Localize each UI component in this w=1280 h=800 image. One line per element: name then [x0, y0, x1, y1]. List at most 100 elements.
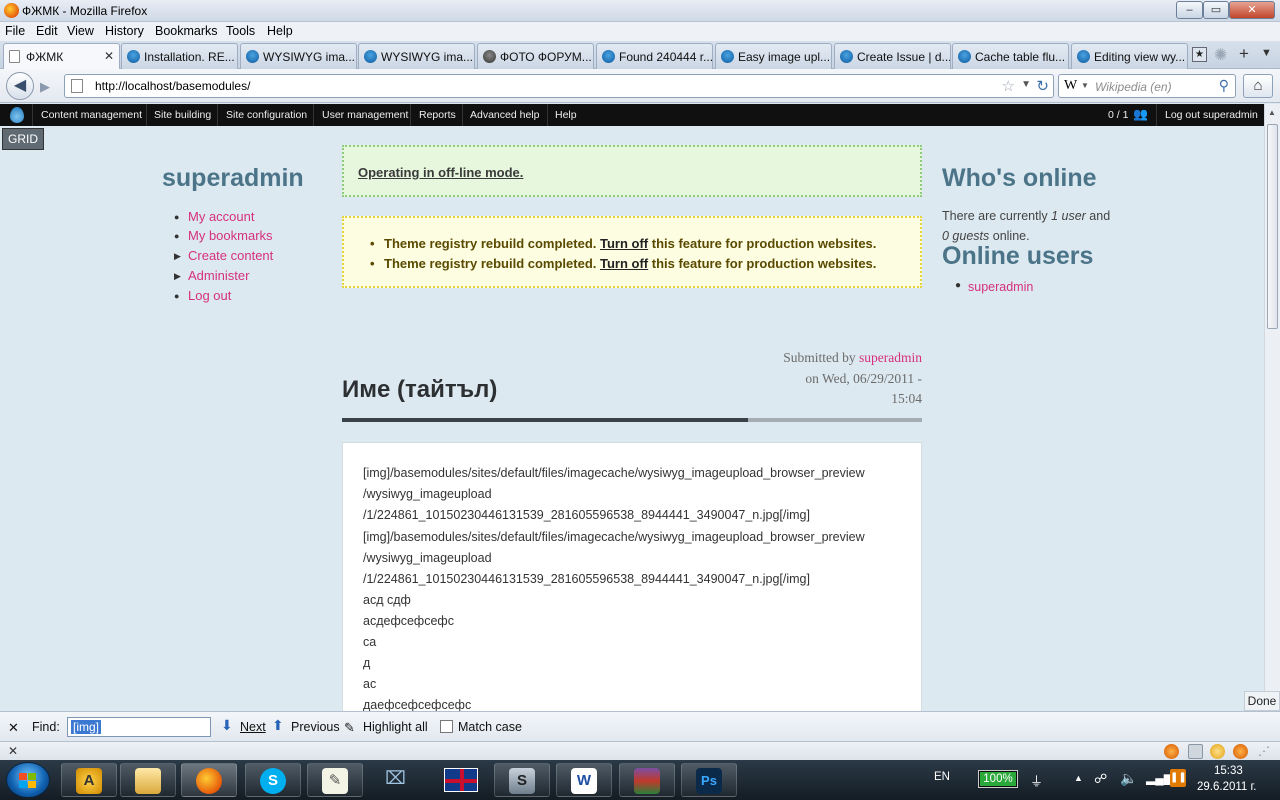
home-button[interactable]: ⌂: [1243, 74, 1273, 98]
tab-close-icon[interactable]: ✕: [104, 49, 114, 63]
tab-installation[interactable]: Installation. RE...: [121, 43, 238, 69]
battery-indicator[interactable]: 100%: [978, 770, 1018, 788]
admin-menu-content-management[interactable]: Content management: [41, 109, 142, 121]
power-plug-icon[interactable]: ⏚: [1030, 771, 1043, 790]
search-placeholder: Wikipedia (en): [1095, 80, 1172, 94]
menu-view[interactable]: View: [67, 24, 94, 38]
tab-editing-view[interactable]: Editing view wy...: [1071, 43, 1188, 69]
volume-icon[interactable]: 🔈: [1120, 770, 1137, 787]
find-next-button[interactable]: Next: [240, 720, 266, 734]
minimize-button[interactable]: –: [1176, 1, 1203, 19]
admin-menu-site-building[interactable]: Site building: [154, 109, 211, 121]
forward-button[interactable]: ▶: [34, 77, 56, 97]
menu-edit[interactable]: Edit: [36, 24, 58, 38]
menu-bar: File Edit View History Bookmarks Tools H…: [0, 22, 1280, 41]
title-divider: [342, 418, 922, 422]
find-close-icon[interactable]: ✕: [8, 720, 19, 736]
close-window-button[interactable]: ✕: [1229, 1, 1275, 19]
statusbar-close-icon[interactable]: ✕: [8, 744, 18, 758]
network-icon[interactable]: ☍: [1094, 771, 1107, 787]
scroll-up-icon[interactable]: ▲: [1268, 108, 1276, 117]
admin-menu-user-counter[interactable]: 0 / 1: [1108, 109, 1128, 121]
admin-menu-logout[interactable]: Log out superadmin: [1165, 109, 1258, 121]
tab-wysiwyg-1[interactable]: WYSIWYG ima...: [240, 43, 357, 69]
back-button[interactable]: ◀: [6, 72, 34, 100]
input-switch-icon[interactable]: ⌧: [385, 768, 406, 789]
url-bar[interactable]: http://localhost/basemodules/ ☆ ▼ ↻: [64, 74, 1054, 98]
history-dropdown-icon[interactable]: ▼: [1021, 79, 1031, 90]
taskbar-notepad[interactable]: ✎: [307, 763, 363, 797]
match-case-label[interactable]: Match case: [458, 720, 522, 734]
find-previous-button[interactable]: Previous: [291, 720, 340, 734]
menu-bookmarks[interactable]: Bookmarks: [155, 24, 218, 38]
tab-wysiwyg-2[interactable]: WYSIWYG ima...: [358, 43, 475, 69]
offline-mode-link[interactable]: Operating in off-line mode.: [358, 165, 523, 180]
match-case-checkbox[interactable]: [440, 720, 453, 733]
taskbar-explorer[interactable]: [120, 763, 176, 797]
tab-found[interactable]: Found 240444 r...: [596, 43, 713, 69]
tab-create-issue[interactable]: Create Issue | d...: [834, 43, 951, 69]
menu-history[interactable]: History: [105, 24, 144, 38]
drupal-logo-icon[interactable]: [10, 107, 24, 123]
taskbar-aimp[interactable]: A: [61, 763, 117, 797]
new-tab-icon[interactable]: +: [1239, 44, 1249, 64]
clock-date[interactable]: 29.6.2011 г.: [1197, 781, 1257, 793]
signal-icon[interactable]: ▂▄▆: [1146, 771, 1173, 785]
bullet-icon: ●: [174, 212, 180, 222]
page-info-icon[interactable]: [1188, 744, 1203, 759]
english-flag-icon[interactable]: [444, 768, 478, 792]
tab-strip: ФЖМК ✕ Installation. RE... WYSIWYG ima..…: [0, 41, 1280, 70]
media-pause-icon[interactable]: ❚❚: [1170, 769, 1187, 787]
tab-list-icon[interactable]: ▼: [1261, 47, 1272, 59]
tab-cache-table[interactable]: Cache table flu...: [952, 43, 1069, 69]
maximize-button[interactable]: ▭: [1203, 1, 1229, 19]
clock-time[interactable]: 15:33: [1214, 765, 1243, 777]
search-icon[interactable]: ⚲: [1219, 77, 1229, 94]
admin-menu-advanced-help[interactable]: Advanced help: [470, 109, 539, 121]
search-engine-dropdown-icon[interactable]: ▼: [1081, 81, 1089, 90]
language-indicator[interactable]: EN: [934, 771, 950, 783]
tab-easy-image[interactable]: Easy image upl...: [715, 43, 832, 69]
reload-icon[interactable]: ↻: [1036, 77, 1049, 95]
collapsed-arrow-icon: ▶: [174, 271, 181, 281]
taskbar-winrar[interactable]: [619, 763, 675, 797]
admin-menu-reports[interactable]: Reports: [419, 109, 456, 121]
tab-groups-icon[interactable]: ★: [1192, 47, 1207, 62]
bookmark-star-icon[interactable]: ☆: [1002, 77, 1015, 95]
resize-grip-icon[interactable]: ⋰: [1258, 744, 1270, 758]
search-bar[interactable]: W ▼ Wikipedia (en) ⚲: [1058, 74, 1236, 98]
tab-fzhmk[interactable]: ФЖМК ✕: [3, 43, 120, 70]
taskbar-firefox[interactable]: [181, 763, 237, 797]
find-label: Find:: [32, 720, 60, 734]
turn-off-link[interactable]: Turn off: [600, 256, 648, 271]
firefox-addon-icon[interactable]: [1164, 744, 1179, 759]
menu-tools[interactable]: Tools: [226, 24, 255, 38]
vertical-scrollbar[interactable]: ▲: [1264, 104, 1280, 710]
author-link[interactable]: superadmin: [859, 350, 922, 365]
bullet-icon: ●: [955, 280, 962, 291]
admin-menu-user-management[interactable]: User management: [322, 109, 408, 121]
highlight-all-button[interactable]: Highlight all: [363, 720, 428, 734]
taskbar-skype[interactable]: S: [245, 763, 301, 797]
menu-file[interactable]: File: [5, 24, 25, 38]
firefox-sync-icon[interactable]: [1233, 744, 1248, 759]
menu-help[interactable]: Help: [267, 24, 293, 38]
admin-menu-help[interactable]: Help: [555, 109, 577, 121]
online-user-link[interactable]: superadmin: [968, 280, 1033, 294]
taskbar-photoshop[interactable]: Ps: [681, 763, 737, 797]
taskbar-app-s[interactable]: S: [494, 763, 550, 797]
tab-foto-forum[interactable]: ФОТО ФОРУМ...: [477, 43, 594, 69]
find-input[interactable]: [img]: [67, 717, 211, 737]
admin-menu-site-configuration[interactable]: Site configuration: [226, 109, 307, 121]
start-button[interactable]: [6, 762, 50, 798]
grid-toggle-button[interactable]: GRID: [2, 128, 44, 150]
rainbow-addon-icon[interactable]: [1210, 744, 1225, 759]
show-hidden-icons[interactable]: ▲: [1074, 773, 1083, 783]
scrollbar-thumb[interactable]: [1267, 124, 1278, 329]
winrar-icon: [634, 768, 660, 794]
wikipedia-icon[interactable]: W: [1064, 78, 1077, 94]
turn-off-link[interactable]: Turn off: [600, 236, 648, 251]
find-query: [img]: [71, 720, 102, 734]
body-line: /wysiwyg_imageupload: [363, 487, 492, 501]
taskbar-word[interactable]: W: [556, 763, 612, 797]
